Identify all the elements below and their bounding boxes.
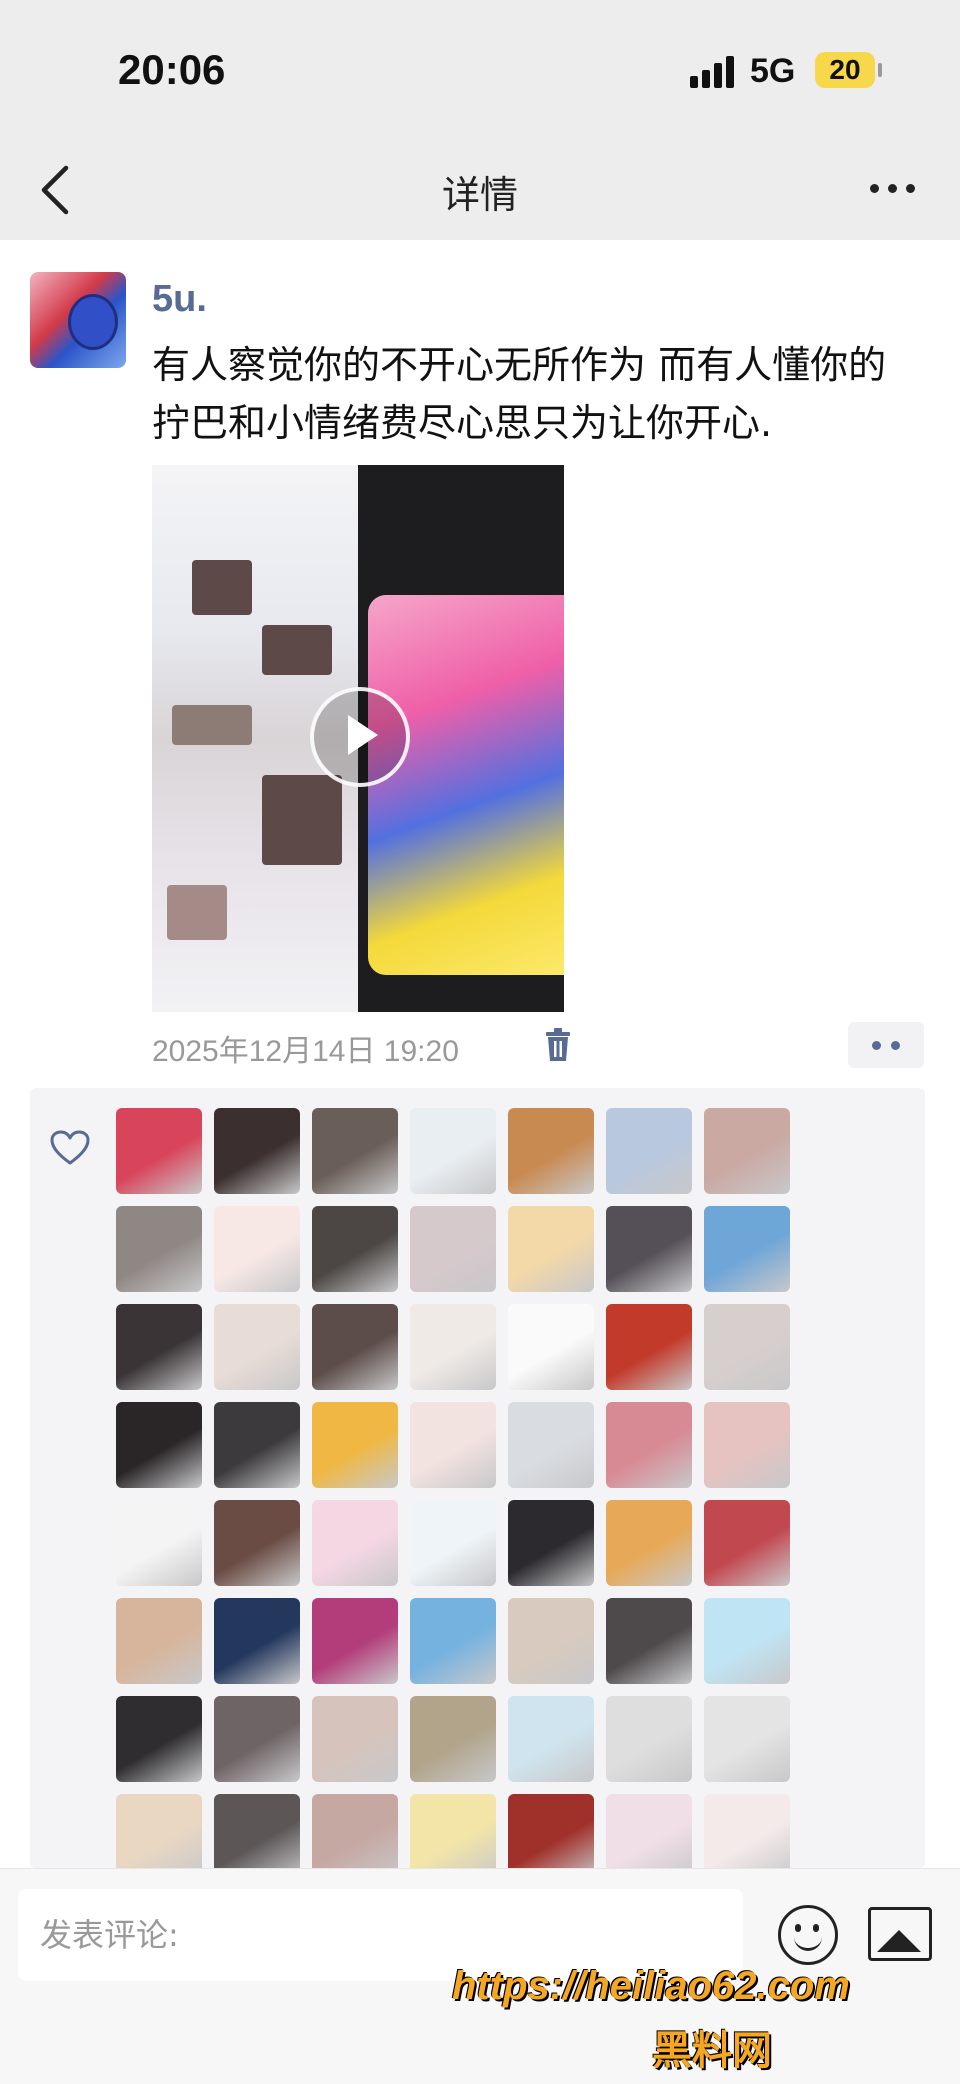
- liker-avatar[interactable]: [312, 1794, 398, 1868]
- status-bar: 20:06 5G 20: [0, 0, 960, 140]
- liker-avatar[interactable]: [410, 1402, 496, 1488]
- watermark-url: https://heiliao62.com: [452, 1964, 850, 2008]
- liker-avatar[interactable]: [704, 1108, 790, 1194]
- liker-avatar[interactable]: [508, 1206, 594, 1292]
- tablet-screen: [368, 595, 564, 975]
- liker-avatar[interactable]: [606, 1794, 692, 1868]
- liker-avatar[interactable]: [410, 1304, 496, 1390]
- more-options-icon[interactable]: [868, 178, 918, 198]
- liker-avatar[interactable]: [214, 1206, 300, 1292]
- liker-avatar[interactable]: [606, 1402, 692, 1488]
- image-icon[interactable]: [868, 1907, 932, 1961]
- liker-avatar[interactable]: [508, 1696, 594, 1782]
- liker-avatar[interactable]: [116, 1206, 202, 1292]
- play-button-icon[interactable]: [310, 687, 410, 787]
- liker-avatar[interactable]: [312, 1696, 398, 1782]
- liker-avatar[interactable]: [410, 1794, 496, 1868]
- likes-panel: [30, 1088, 925, 1868]
- post-timestamp: 2025年12月14日 19:20: [152, 1035, 459, 1068]
- liker-avatar[interactable]: [410, 1598, 496, 1684]
- liker-avatar[interactable]: [214, 1696, 300, 1782]
- liker-avatar[interactable]: [312, 1402, 398, 1488]
- battery-tip: [878, 63, 882, 77]
- liker-avatar[interactable]: [704, 1402, 790, 1488]
- battery-level: 20: [829, 54, 861, 85]
- liker-avatar[interactable]: [704, 1304, 790, 1390]
- status-time: 20:06: [118, 46, 226, 93]
- liker-avatar[interactable]: [116, 1794, 202, 1868]
- liker-avatar[interactable]: [704, 1598, 790, 1684]
- liker-avatar[interactable]: [312, 1304, 398, 1390]
- liker-avatar[interactable]: [116, 1500, 202, 1586]
- liker-avatar[interactable]: [704, 1206, 790, 1292]
- liker-avatar[interactable]: [606, 1598, 692, 1684]
- liker-avatar[interactable]: [704, 1794, 790, 1868]
- watermark-site: 黑料网: [652, 2028, 772, 2074]
- liker-avatar[interactable]: [606, 1108, 692, 1194]
- emoji-icon[interactable]: [778, 1905, 838, 1965]
- liker-avatar[interactable]: [214, 1402, 300, 1488]
- liker-avatar[interactable]: [508, 1794, 594, 1868]
- liker-avatar[interactable]: [704, 1696, 790, 1782]
- page-title: 详情: [441, 173, 518, 217]
- nav-bar: 详情: [0, 140, 960, 240]
- liker-avatar[interactable]: [508, 1598, 594, 1684]
- liker-avatar[interactable]: [410, 1696, 496, 1782]
- liker-avatar[interactable]: [410, 1206, 496, 1292]
- post-video[interactable]: [152, 465, 564, 1012]
- liker-avatar[interactable]: [508, 1500, 594, 1586]
- liker-avatar[interactable]: [606, 1206, 692, 1292]
- heart-icon: [50, 1130, 90, 1165]
- liker-avatar[interactable]: [214, 1794, 300, 1868]
- liker-avatar[interactable]: [704, 1500, 790, 1586]
- liker-avatar[interactable]: [214, 1108, 300, 1194]
- liker-avatar[interactable]: [312, 1206, 398, 1292]
- network-type: 5G: [750, 52, 796, 90]
- liker-avatar[interactable]: [508, 1304, 594, 1390]
- liker-avatar[interactable]: [116, 1402, 202, 1488]
- liker-avatar[interactable]: [606, 1304, 692, 1390]
- liker-avatar[interactable]: [214, 1500, 300, 1586]
- delete-icon[interactable]: [545, 1028, 571, 1062]
- liker-avatar[interactable]: [508, 1108, 594, 1194]
- liker-avatar[interactable]: [312, 1598, 398, 1684]
- liker-avatar[interactable]: [508, 1402, 594, 1488]
- post-text: 有人察觉你的不开心无所作为 而有人懂你的拧巴和小情绪费尽心思只为让你开心.: [152, 343, 887, 445]
- liker-avatar[interactable]: [116, 1108, 202, 1194]
- post-actions-button[interactable]: [848, 1022, 924, 1068]
- cellular-signal-icon: [690, 56, 736, 88]
- liker-avatar[interactable]: [606, 1500, 692, 1586]
- liker-avatar[interactable]: [410, 1500, 496, 1586]
- liker-avatar[interactable]: [606, 1696, 692, 1782]
- liker-avatar[interactable]: [410, 1108, 496, 1194]
- author-avatar[interactable]: [30, 272, 126, 368]
- liker-avatar[interactable]: [312, 1108, 398, 1194]
- liker-avatar[interactable]: [116, 1598, 202, 1684]
- liker-avatar[interactable]: [116, 1696, 202, 1782]
- author-name[interactable]: 5u.: [152, 278, 207, 321]
- liker-avatar[interactable]: [312, 1500, 398, 1586]
- liker-avatar[interactable]: [116, 1304, 202, 1390]
- liker-avatar[interactable]: [214, 1304, 300, 1390]
- battery-icon: 20: [815, 52, 875, 88]
- liker-avatar[interactable]: [214, 1598, 300, 1684]
